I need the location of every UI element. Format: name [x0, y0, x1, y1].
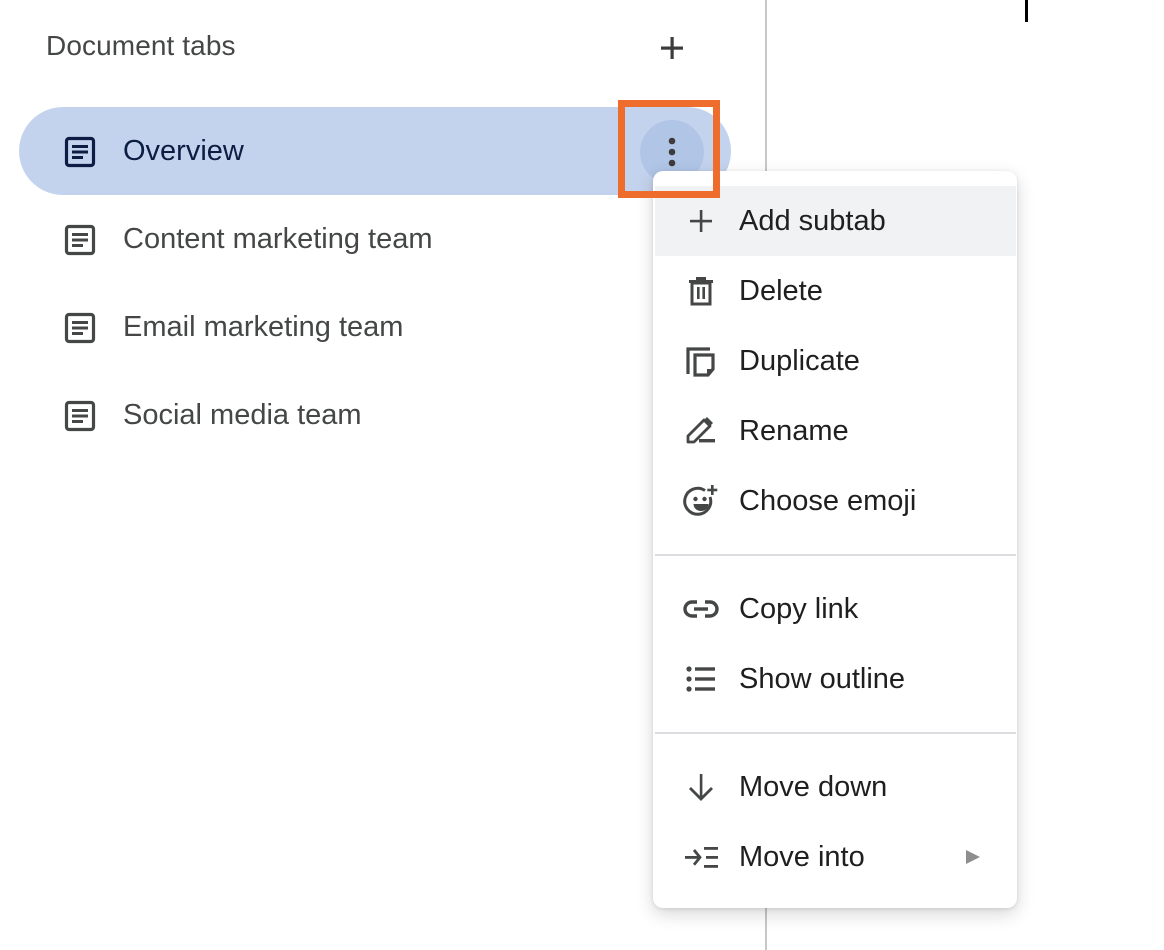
tab-context-menu: Add subtab Delete Duplicate Rename Choos… [653, 171, 1017, 908]
tab-content-marketing-team[interactable]: Content marketing team [19, 195, 731, 283]
menu-item-choose-emoji[interactable]: Choose emoji [655, 466, 1016, 536]
menu-item-copy-link[interactable]: Copy link [655, 574, 1016, 644]
document-icon [64, 136, 96, 168]
menu-item-label: Duplicate [739, 344, 860, 377]
plus-icon [661, 37, 683, 59]
menu-item-add-subtab[interactable]: Add subtab [655, 186, 1016, 256]
panel-title: Document tabs [46, 30, 236, 61]
trash-icon [689, 277, 713, 306]
document-icon [64, 224, 96, 256]
tab-email-marketing-team[interactable]: Email marketing team [19, 283, 731, 371]
menu-item-move-into[interactable]: Move into [655, 822, 1016, 892]
menu-item-label: Show outline [739, 662, 906, 695]
menu-item-label: Add subtab [739, 204, 886, 237]
document-tabs-panel: Document tabs Overview Content marketing… [0, 0, 765, 950]
menu-item-label: Rename [739, 414, 849, 447]
menu-item-label: Move down [739, 770, 888, 803]
submenu-arrow-icon [966, 850, 980, 864]
menu-separator [655, 732, 1016, 734]
menu-item-label: Copy link [739, 592, 859, 625]
menu-item-label: Delete [739, 274, 823, 307]
document-icon [64, 312, 96, 344]
tab-social-media-team[interactable]: Social media team [19, 371, 731, 459]
more-vert-icon [668, 137, 676, 167]
menu-item-rename[interactable]: Rename [655, 396, 1016, 466]
document-icon [64, 400, 96, 432]
tab-label: Content marketing team [123, 222, 433, 255]
menu-item-show-outline[interactable]: Show outline [655, 644, 1016, 714]
tab-label: Social media team [123, 398, 362, 431]
arrow-down-icon [689, 774, 713, 801]
plus-icon [690, 210, 712, 232]
list-outline-icon [686, 666, 715, 692]
tab-label: Email marketing team [123, 310, 404, 343]
text-cursor [1025, 0, 1028, 22]
duplicate-icon [686, 347, 715, 377]
link-icon [683, 600, 719, 618]
tab-label: Overview [123, 134, 244, 167]
tab-overview[interactable]: Overview [19, 107, 731, 195]
add-emoji-icon [683, 485, 718, 516]
menu-item-label: Move into [739, 840, 865, 873]
menu-item-duplicate[interactable]: Duplicate [655, 326, 1016, 396]
menu-separator [655, 554, 1016, 556]
move-into-icon [685, 847, 718, 868]
menu-item-move-down[interactable]: Move down [655, 752, 1016, 822]
menu-item-label: Choose emoji [739, 484, 917, 517]
rename-pencil-icon [686, 417, 715, 444]
menu-item-delete[interactable]: Delete [655, 256, 1016, 326]
add-tab-button[interactable] [650, 26, 694, 70]
